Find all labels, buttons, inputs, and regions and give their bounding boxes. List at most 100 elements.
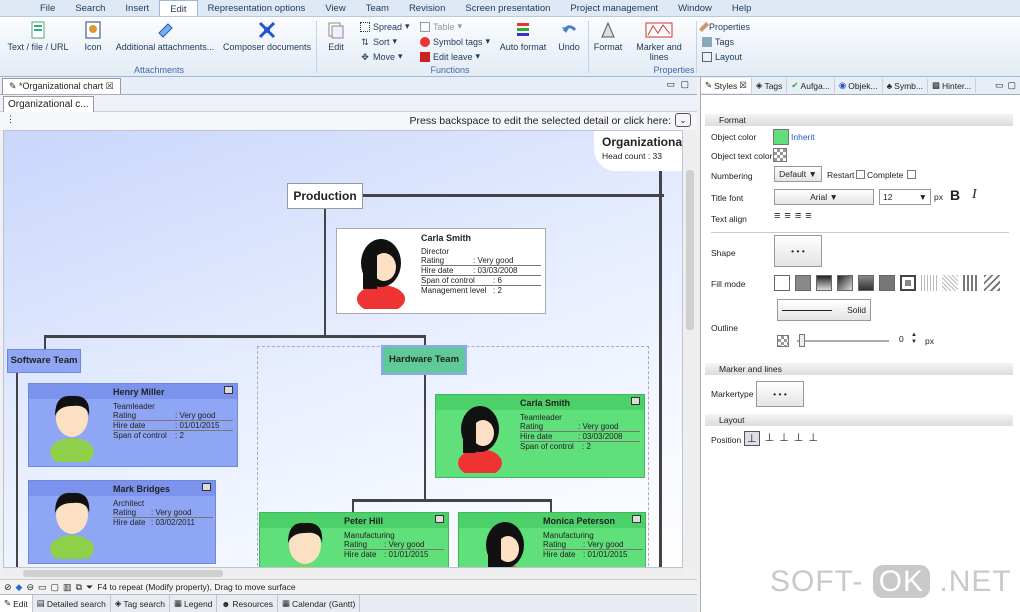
text-align-icons[interactable]: ≡≡≡≡ <box>774 210 816 222</box>
chevron-down-icon[interactable]: ⌄ <box>675 113 691 127</box>
fill-gradient-option[interactable] <box>837 275 853 291</box>
icon-button[interactable]: Icon <box>80 21 106 52</box>
fill-gradient-option[interactable] <box>816 275 832 291</box>
spinner-arrows-icon[interactable]: ▲ ▼ <box>911 332 917 346</box>
hierarchy-icon[interactable]: ⧉ <box>76 582 82 593</box>
menu-view[interactable]: View <box>315 0 355 16</box>
production-label[interactable]: Production <box>287 183 363 209</box>
outline-color-swatch[interactable] <box>777 335 789 347</box>
view-icon[interactable]: ▭ <box>38 582 47 593</box>
close-icon[interactable]: ☒ <box>106 81 114 91</box>
fill-pattern-option[interactable] <box>942 275 958 291</box>
additional-attachments-button[interactable]: Additional attachments... <box>114 21 216 52</box>
maximize-icon[interactable]: ▢ <box>1007 80 1016 91</box>
slider-handle[interactable] <box>799 334 805 347</box>
menu-file[interactable]: File <box>30 0 65 16</box>
auto-format-button[interactable]: Auto format <box>498 21 548 52</box>
position-option-icon[interactable]: ⊥ <box>744 431 760 446</box>
fill-pattern-option[interactable] <box>921 275 937 291</box>
italic-button[interactable]: I <box>972 187 977 203</box>
tab-tags[interactable]: ◈ Tags <box>752 78 788 93</box>
peter-card[interactable]: Peter Hill Manufacturing Rating: Very go… <box>259 512 449 567</box>
line-style-select[interactable]: Solid <box>777 299 871 321</box>
close-icon[interactable]: ☒ <box>739 80 747 91</box>
cancel-icon[interactable]: ⊘ <box>4 582 12 593</box>
format-button[interactable]: Format <box>592 21 624 52</box>
inherit-link[interactable]: Inherit <box>791 132 815 142</box>
font-select[interactable]: Arial ▼ <box>774 189 874 205</box>
menu-revision[interactable]: Revision <box>399 0 455 16</box>
maximize-icon[interactable]: ▢ <box>680 79 689 90</box>
minimize-icon[interactable]: ▭ <box>666 79 675 90</box>
menu-screen-presentation[interactable]: Screen presentation <box>455 0 560 16</box>
sub-tab[interactable]: Organizational c... <box>3 96 94 113</box>
menu-window[interactable]: Window <box>668 0 722 16</box>
filter-icon[interactable]: ⏷ <box>86 582 93 593</box>
menu-project-management[interactable]: Project management <box>560 0 668 16</box>
undo-button[interactable]: Undo <box>556 21 582 52</box>
mark-card[interactable]: Mark Bridges Architect Rating: Very good… <box>28 480 216 564</box>
fill-frame-option[interactable] <box>900 275 916 291</box>
shape-button[interactable]: • • • <box>774 235 822 267</box>
fill-pattern-option[interactable] <box>963 275 979 291</box>
add-icon[interactable]: ◆ <box>16 582 23 593</box>
spread-button[interactable]: Spread ▾ <box>360 21 410 32</box>
software-team-label[interactable]: Software Team <box>7 349 81 373</box>
font-size-select[interactable]: 12 ▼ <box>879 189 931 205</box>
menu-team[interactable]: Team <box>356 0 399 16</box>
tab-resources[interactable]: ☻ Resources <box>217 595 279 612</box>
tab-styles[interactable]: ✎ Styles ☒ <box>701 78 752 93</box>
fill-gradient-option[interactable] <box>858 275 874 291</box>
minimize-icon[interactable]: ▭ <box>995 80 1004 91</box>
carla-director-card[interactable]: Carla Smith Director Rating: Very good H… <box>336 228 546 314</box>
composer-documents-button[interactable]: Composer documents <box>222 21 312 52</box>
edit-button[interactable]: Edit <box>324 21 348 52</box>
layout-button[interactable]: Layout <box>702 52 742 62</box>
markertype-button[interactable]: • • • <box>756 381 804 407</box>
layout-section[interactable]: Layout <box>705 414 1013 426</box>
org-chart-canvas[interactable]: Organizationa Head count : 33 Production… <box>3 130 683 568</box>
menu-help[interactable]: Help <box>722 0 762 16</box>
position-option-icon[interactable]: ⊥ <box>794 431 804 446</box>
editor-tab[interactable]: ✎ *Organizational chart ☒ <box>2 78 121 94</box>
tags-button[interactable]: Tags <box>702 37 734 47</box>
fill-dark-option[interactable] <box>879 275 895 291</box>
restart-checkbox[interactable] <box>856 170 865 179</box>
fill-solid-option[interactable] <box>795 275 811 291</box>
henry-card[interactable]: Henry Miller Teamleader Rating: Very goo… <box>28 383 238 467</box>
symbol-tags-button[interactable]: Symbol tags ▾ <box>420 36 490 47</box>
hardware-team-label[interactable]: Hardware Team <box>381 345 467 375</box>
position-option-icon[interactable]: ⊥ <box>808 431 818 446</box>
menu-edit[interactable]: Edit <box>159 0 198 16</box>
text-file-url-button[interactable]: Text / file / URL <box>6 21 70 52</box>
format-section[interactable]: Format <box>705 114 1013 126</box>
tab-hintergrund[interactable]: ▩ Hinter... <box>928 78 977 93</box>
sort-button[interactable]: ⇅ Sort ▾ <box>360 36 397 47</box>
text-color-swatch[interactable] <box>773 148 787 162</box>
menu-representation[interactable]: Representation options <box>198 0 316 16</box>
numbering-select[interactable]: Default ▼ <box>774 166 822 182</box>
tab-tag-search[interactable]: ◈ Tag search <box>111 595 171 612</box>
vertical-scrollbar[interactable] <box>684 130 696 568</box>
tab-symbole[interactable]: ♣ Symb... <box>883 78 928 93</box>
position-option-icon[interactable]: ⊥ <box>765 431 775 446</box>
bold-button[interactable]: B <box>950 187 960 203</box>
object-color-swatch[interactable] <box>773 129 789 145</box>
marker-lines-button[interactable]: Marker and lines <box>626 21 692 62</box>
tab-detailed-search[interactable]: ▤ Detailed search <box>33 595 111 612</box>
monica-card[interactable]: Monica Peterson Manufacturing Rating: Ve… <box>458 512 646 567</box>
menu-insert[interactable]: Insert <box>115 0 159 16</box>
table-button[interactable]: Table ▾ <box>420 21 462 32</box>
complete-checkbox[interactable] <box>907 170 916 179</box>
tab-calendar[interactable]: ▦ Calendar (Gantt) <box>278 595 361 612</box>
tree-icon[interactable]: ⋮ <box>6 114 15 125</box>
menu-search[interactable]: Search <box>65 0 115 16</box>
fill-pattern-option[interactable] <box>984 275 1000 291</box>
carla-teamleader-card[interactable]: Carla Smith Teamleader Rating: Very good… <box>435 394 645 478</box>
fill-none-option[interactable] <box>774 275 790 291</box>
position-option-icon[interactable]: ⊥ <box>779 431 789 446</box>
horizontal-scrollbar[interactable] <box>3 568 683 579</box>
outline-slider[interactable] <box>797 340 889 342</box>
zoom-out-icon[interactable]: ⊖ <box>26 582 34 593</box>
properties-button[interactable]: Properties <box>699 22 750 32</box>
